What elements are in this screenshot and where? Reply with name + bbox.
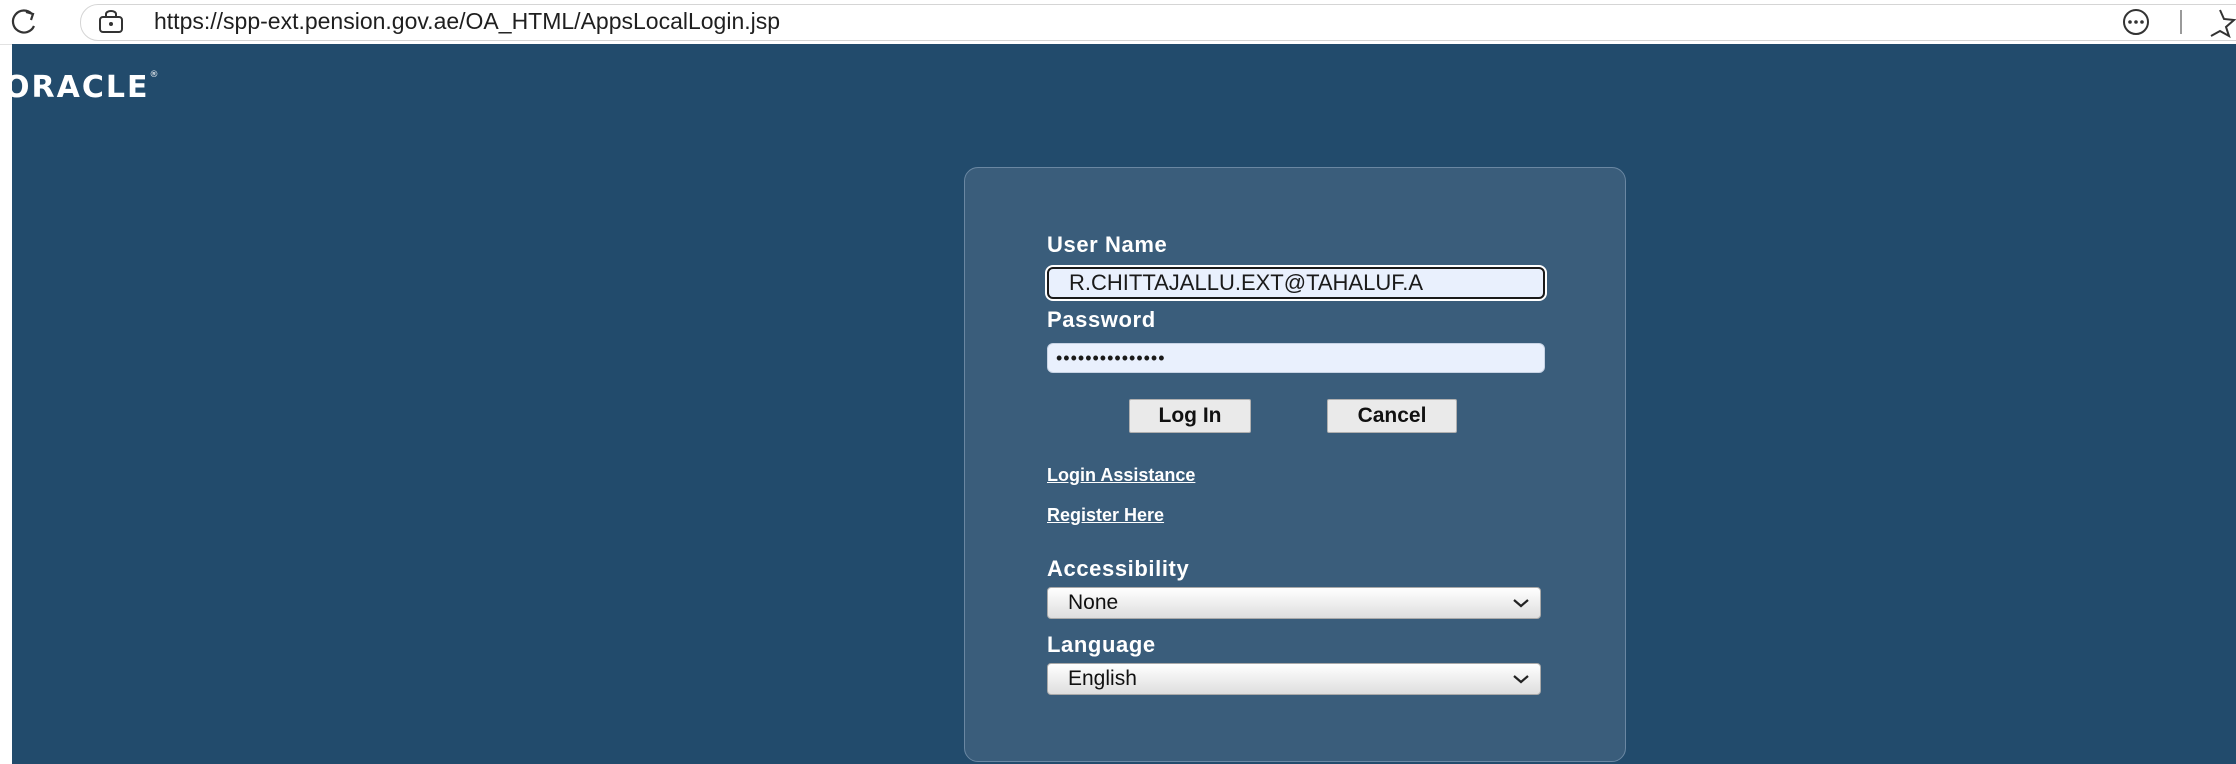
chevron-down-icon [1513,675,1529,684]
accessibility-label: Accessibility [1047,556,1190,581]
login-assistance-link[interactable]: Login Assistance [1047,465,1195,486]
accessibility-value: None [1068,591,1119,614]
language-label: Language [1047,632,1156,657]
site-info-icon[interactable] [96,10,126,34]
username-label: User Name [1047,232,1168,257]
chevron-down-icon [1513,599,1529,608]
language-select[interactable]: English [1047,663,1541,695]
language-value: English [1068,667,1137,690]
accessibility-select[interactable]: None [1047,587,1541,619]
oracle-logo: ORACLE® [4,70,161,105]
reload-icon[interactable] [6,6,42,38]
url-text[interactable]: https://spp-ext.pension.gov.ae/OA_HTML/A… [154,6,780,36]
more-options-icon[interactable] [2118,7,2154,37]
cancel-button[interactable]: Cancel [1327,399,1457,433]
password-field[interactable]: ••••••••••••••• [1047,343,1545,373]
log-in-button[interactable]: Log In [1129,399,1251,433]
favorite-icon[interactable] [2206,6,2236,38]
username-field[interactable]: R.CHITTAJALLU.EXT@TAHALUF.A [1047,267,1545,299]
password-label: Password [1047,307,1156,332]
toolbar-divider [2180,10,2182,34]
login-page: ORACLE® User Name R.CHITTAJALLU.EXT@TAHA… [4,44,2236,764]
register-here-link[interactable]: Register Here [1047,505,1164,526]
browser-toolbar: https://spp-ext.pension.gov.ae/OA_HTML/A… [0,0,2236,45]
login-panel: User Name R.CHITTAJALLU.EXT@TAHALUF.A Pa… [964,167,1626,762]
